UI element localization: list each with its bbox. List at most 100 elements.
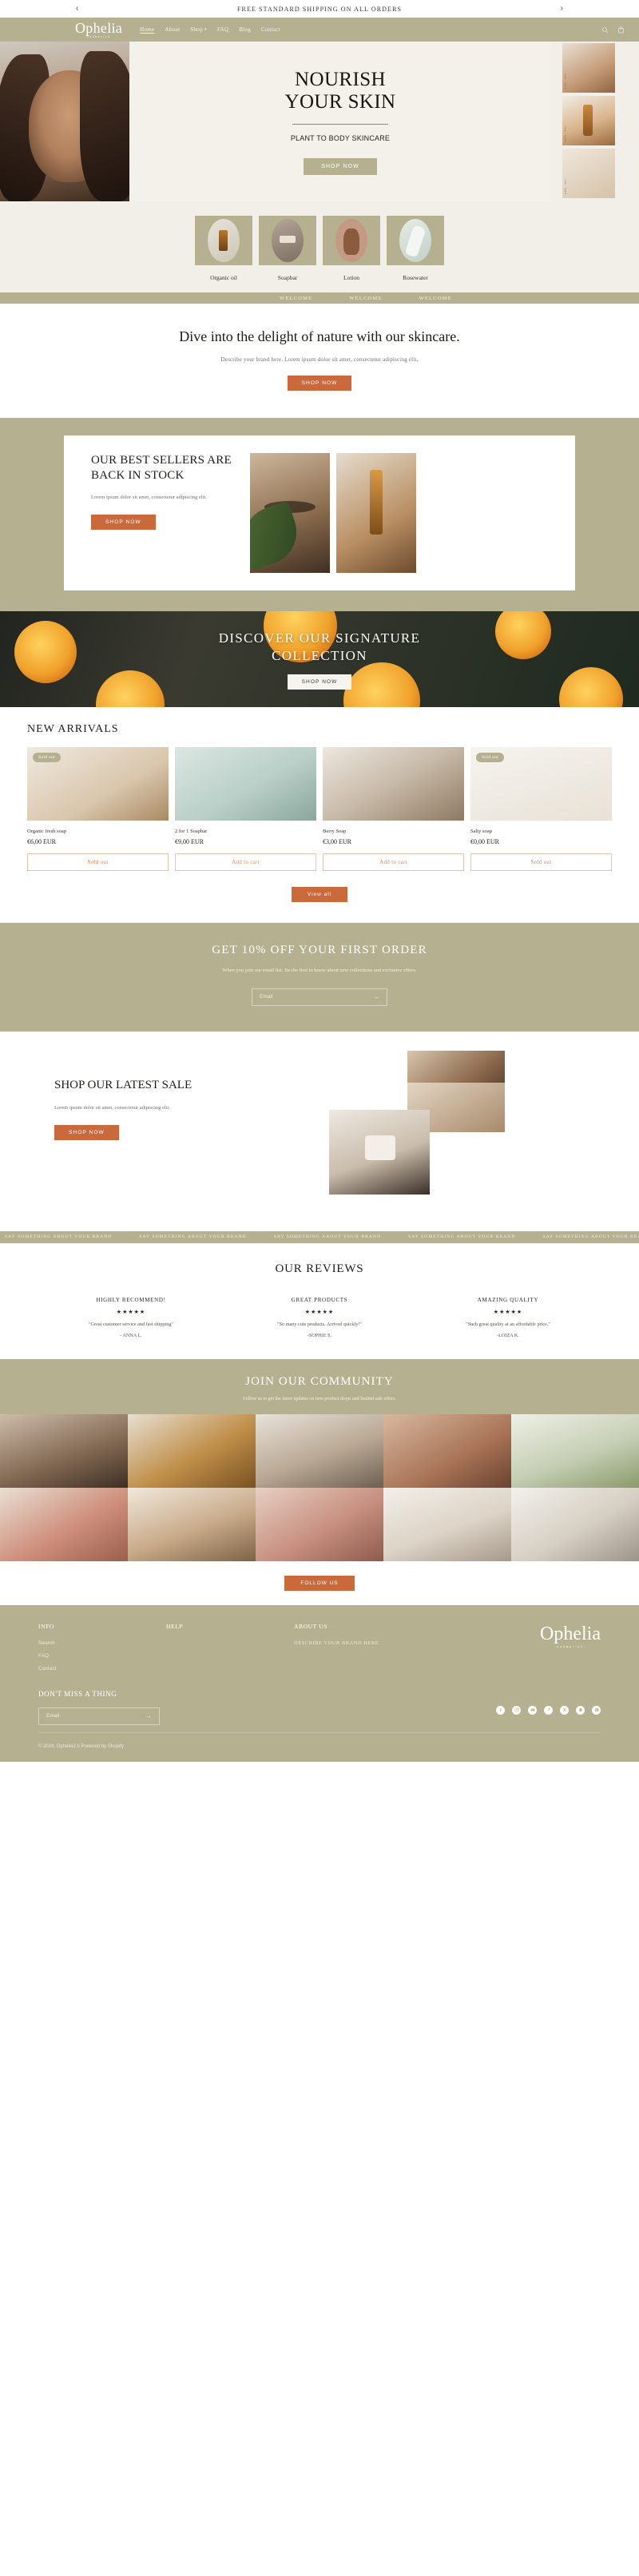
category-image [195,216,252,265]
arrow-right-icon[interactable]: → [145,1712,152,1719]
tiktok-icon[interactable] [544,1705,553,1715]
nav-item-contact[interactable]: Contact [261,26,280,33]
marquee-text: SAY SOMETHING ABOUT YOUR BRAND [408,1234,516,1240]
product-image[interactable]: Sold out [27,747,169,821]
signature-shop-now-button[interactable]: SHOP NOW [287,674,352,690]
product-action-button[interactable]: Add to cart [175,853,316,872]
category-card-soapbar[interactable]: Soapbar [259,216,316,281]
gallery-item[interactable] [128,1487,256,1561]
hero-side-image-1: Luxe · Hydra [562,43,615,93]
hero-shop-now-button[interactable]: SHOP NOW [304,157,377,175]
product-card[interactable]: 2 for 1 Soapbar €9,00 EUR Add to cart [175,747,316,872]
gallery-item[interactable] [0,1413,128,1488]
product-action-button[interactable]: Add to cart [323,853,464,872]
footer-link-search[interactable]: Search [38,1640,166,1646]
hero-side-label: Luxe · Hydra [564,126,566,142]
announcement-bar: ‹ FREE STANDARD SHIPPING ON ALL ORDERS › [0,0,639,18]
chevron-right-icon[interactable]: › [561,4,563,13]
bestsellers-section: OUR BEST SELLERS ARE BACK IN STOCK Lorem… [0,418,639,612]
product-image[interactable] [175,747,316,821]
gallery-item[interactable] [383,1487,511,1561]
product-card[interactable]: Sold out Salty soap €0,00 EUR Sold out [470,747,612,872]
twitter-x-icon[interactable] [560,1705,569,1715]
nav-item-about[interactable]: About [165,26,180,33]
review-author: -LOIZA K. [497,1332,519,1338]
search-icon[interactable] [601,26,609,34]
signature-collection-banner: DISCOVER OUR SIGNATURE COLLECTION SHOP N… [0,611,639,708]
hero-title-line1: NOURISH [295,68,386,90]
gallery-item[interactable] [0,1487,128,1561]
product-name: Berry Soap [323,829,347,835]
nav-label: Shop [190,26,203,33]
promo-heading: GET 10% OFF YOUR FIRST ORDER [212,944,427,957]
gallery-item[interactable] [511,1413,639,1488]
site-footer: INFO Search FAQ Contact HELP ABOUT US DE… [0,1604,639,1762]
welcome-heading: Dive into the delight of nature with our… [179,328,460,344]
footer-link-faq[interactable]: FAQ [38,1653,166,1659]
hero-side-image-2: Luxe · Hydra [562,96,615,145]
instagram-icon[interactable] [512,1705,521,1715]
footer-email-input[interactable] [46,1713,142,1719]
follow-us-button[interactable]: FOLLOW US [284,1575,355,1591]
star-rating-icon: ★★★★★ [493,1309,523,1315]
product-action-button[interactable]: Sold out [470,853,612,872]
signature-title: DISCOVER OUR SIGNATURE COLLECTION [219,630,420,665]
category-card-rosewater[interactable]: Rosewater [387,216,444,281]
footer-bottom: © 2024, Ophelia2.0 Powered by Shopify [38,1731,601,1762]
product-card[interactable]: Berry Soap €3,00 EUR Add to cart [323,747,464,872]
promo-email-input[interactable] [260,994,355,1000]
hero-content: NOURISH YOUR SKIN PLANT TO BODY SKINCARE… [129,42,551,201]
chevron-left-icon[interactable]: ‹ [76,4,78,13]
nav-item-shop[interactable]: Shop ▾ [190,26,206,33]
community-body: Follow us to get the latest updates on n… [243,1396,396,1401]
gallery-item[interactable] [511,1487,639,1561]
bestsellers-shop-now-button[interactable]: SHOP NOW [91,515,156,531]
facebook-icon[interactable] [496,1705,505,1715]
brand-marquee: SAY SOMETHING ABOUT YOUR BRAND SAY SOMET… [0,1230,639,1243]
footer-link-contact[interactable]: Contact [38,1666,166,1672]
gallery-item[interactable] [256,1413,383,1488]
category-card-lotion[interactable]: Lotion [323,216,380,281]
hero-model-image [0,42,129,201]
header-actions [601,26,625,34]
community-gallery [0,1413,639,1561]
product-card[interactable]: Sold out Organic fresh soap €6,00 EUR So… [27,747,169,872]
youtube-icon[interactable] [528,1705,537,1715]
review-author: - ANNA L. [120,1332,142,1338]
product-image[interactable]: Sold out [470,747,612,821]
review-card: GREAT PRODUCTS ★★★★★ "So many cute produ… [248,1297,391,1338]
footer-newsletter-title: DON'T MISS A THING [38,1689,117,1698]
snapchat-icon[interactable] [576,1705,585,1715]
cart-icon[interactable] [617,26,625,34]
product-image[interactable] [323,747,464,821]
marquee-text: SAY SOMETHING ABOUT YOUR BRAND [273,1234,382,1240]
nav-item-blog[interactable]: Blog [239,26,251,33]
gallery-item[interactable] [383,1413,511,1488]
gallery-item[interactable] [256,1487,383,1561]
welcome-shop-now-button[interactable]: SHOP NOW [287,376,352,392]
footer-column-title: HELP [166,1622,184,1630]
site-logo[interactable]: Ophelia COSMETICS [75,21,122,38]
nav-item-faq[interactable]: FAQ [217,26,228,33]
sale-shop-now-button[interactable]: SHOP NOW [54,1124,119,1140]
product-price: €3,00 EUR [323,838,351,846]
arrow-right-icon[interactable]: → [373,993,379,1000]
category-card-organic-oil[interactable]: Organic oil [195,216,252,281]
view-all-button[interactable]: View all [291,887,348,903]
category-section: Organic oil Soapbar Lotion Rosewater [0,201,639,292]
nav-item-home[interactable]: Home [140,26,154,33]
gallery-item[interactable] [128,1413,256,1488]
bestsellers-heading: OUR BEST SELLERS ARE BACK IN STOCK [91,454,232,482]
pinterest-icon[interactable] [592,1705,601,1715]
status-badge: Sold out [476,753,504,763]
review-author: -SOPHIE S. [307,1332,332,1338]
review-text: "Such great quality at an affordable pri… [466,1321,550,1327]
category-label: Lotion [343,274,359,281]
product-name: Salty soap [470,829,492,835]
product-action-button[interactable]: Sold out [27,853,169,872]
reviews-heading: OUR REVIEWS [275,1262,364,1275]
hero-side-image-3: Luxe · Hydra [562,149,615,198]
follow-section: FOLLOW US [0,1560,639,1605]
footer-column-title: INFO [38,1622,54,1630]
marquee-text: SAY SOMETHING ABOUT YOUR BRAND [5,1234,113,1240]
